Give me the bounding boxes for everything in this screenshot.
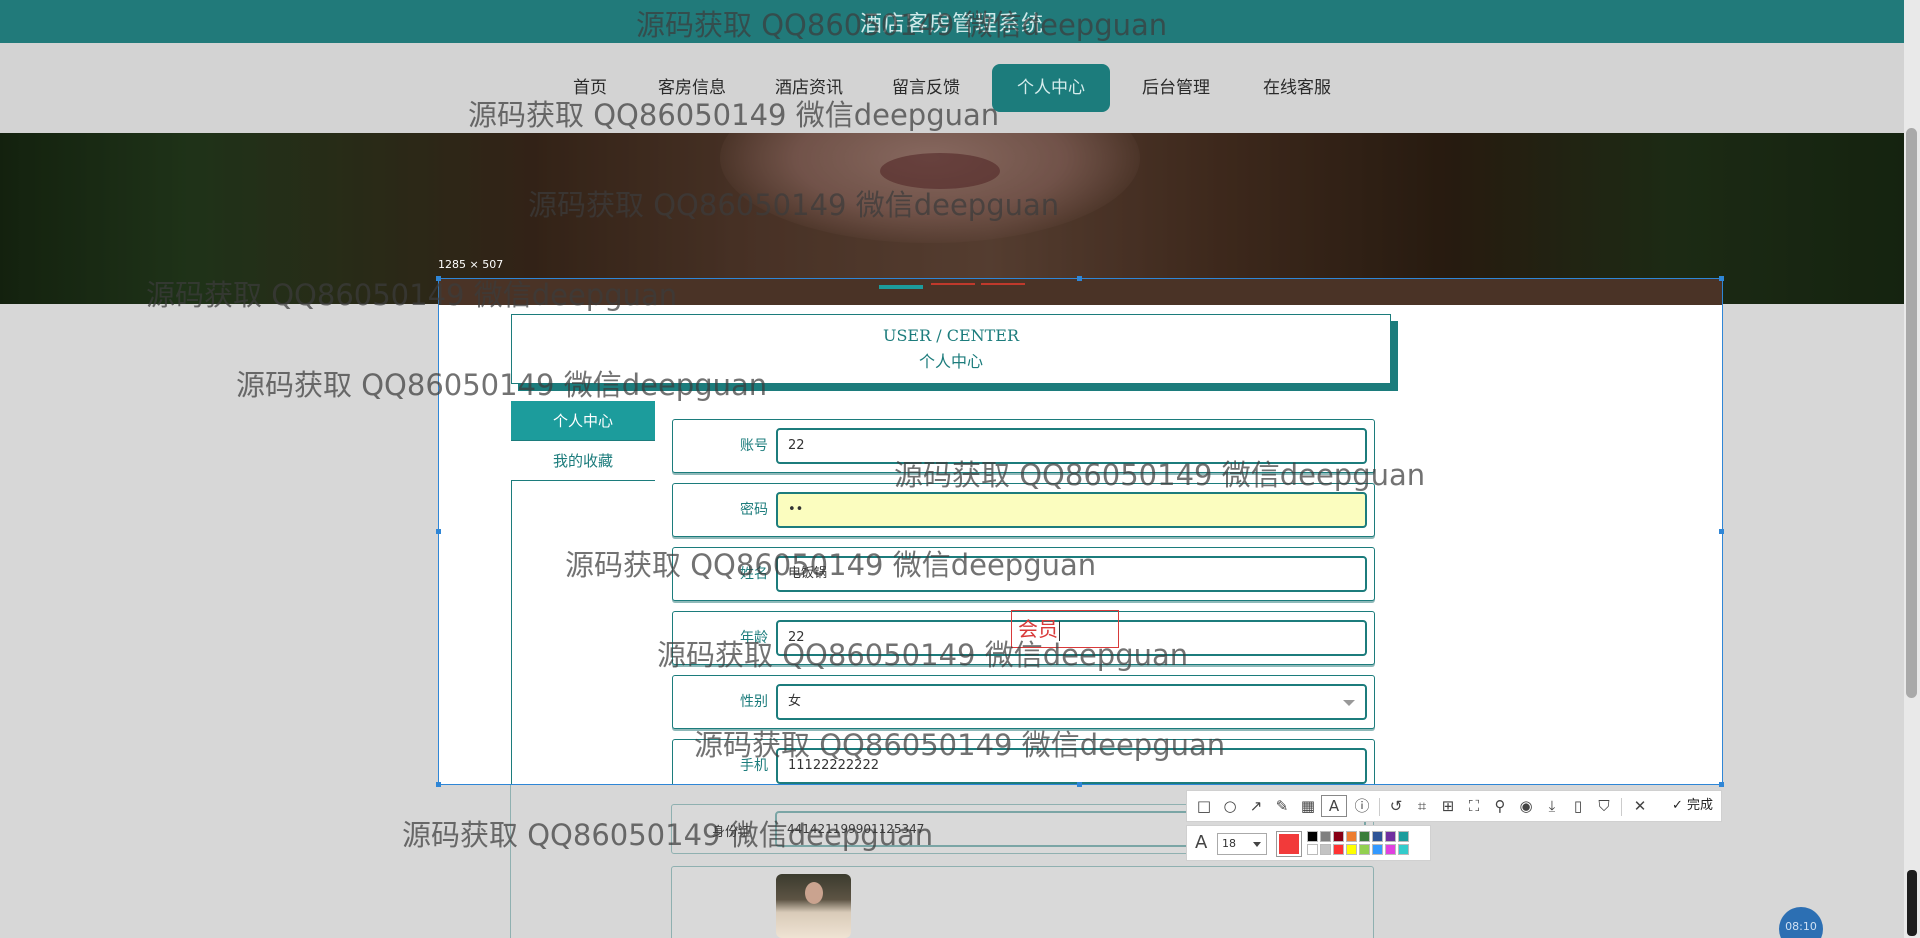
side-item-favorites[interactable]: 我的收藏 — [511, 441, 655, 481]
screenshot-toolbar: □ ○ ↗ ✎ ▦ A ⓘ ↺ ⌗ ⊞ ⛶ ⚲ ◉ ⤓ ▯ ⛉ ✕ ✓ 完成 — [1186, 790, 1722, 822]
text-icon[interactable]: A — [1321, 795, 1347, 817]
color-swatch[interactable] — [1346, 831, 1357, 842]
color-swatch[interactable] — [1372, 844, 1383, 855]
name-label: 姓名 — [740, 566, 768, 582]
user-center-title-cn: 个人中心 — [918, 352, 983, 371]
color-swatch[interactable] — [1333, 844, 1344, 855]
text-caret — [1059, 620, 1060, 641]
resize-handle-s[interactable] — [1077, 782, 1082, 787]
screenshot-capture-region[interactable]: USER / CENTER 个人中心 个人中心 我的收藏 账号 22 密码 ••… — [438, 278, 1723, 785]
color-swatch[interactable] — [1385, 844, 1396, 855]
ocr-icon[interactable]: ⊞ — [1435, 791, 1461, 821]
side-item-user-center[interactable]: 个人中心 — [511, 401, 655, 441]
ellipse-icon[interactable]: ○ — [1217, 791, 1243, 821]
site-header-bar: 酒店客房管理系统 — [0, 0, 1904, 43]
resize-handle-w[interactable] — [436, 529, 441, 534]
phone-row: 手机 11122222222 — [672, 739, 1375, 784]
color-swatch[interactable] — [1359, 831, 1370, 842]
color-swatch[interactable] — [1398, 831, 1409, 842]
save-icon[interactable]: ▯ — [1565, 791, 1591, 821]
phone-label: 手机 — [740, 758, 768, 774]
gender-row: 性别 女 — [672, 675, 1375, 729]
color-swatch[interactable] — [1372, 831, 1383, 842]
password-input[interactable]: •• — [776, 492, 1367, 528]
banner-strip — [439, 279, 1722, 305]
color-swatch[interactable] — [1307, 844, 1318, 855]
done-button[interactable]: ✓ 完成 — [1672, 791, 1713, 821]
password-label: 密码 — [740, 502, 768, 518]
color-swatch[interactable] — [1398, 844, 1409, 855]
font-size-value: 18 — [1222, 837, 1236, 850]
done-label: 完成 — [1686, 798, 1713, 813]
crop-icon[interactable]: ⌗ — [1409, 791, 1435, 821]
mosaic-icon[interactable]: ▦ — [1295, 791, 1321, 821]
chevron-down-icon — [1343, 700, 1355, 706]
account-row: 账号 22 — [672, 419, 1375, 473]
color-swatch[interactable] — [1333, 831, 1344, 842]
age-label: 年龄 — [740, 630, 768, 646]
capture-size-label: 1285 × 507 — [438, 258, 504, 271]
resize-handle-sw[interactable] — [436, 782, 441, 787]
rectangle-icon[interactable]: □ — [1191, 791, 1217, 821]
download-icon[interactable]: ⤓ — [1539, 791, 1565, 821]
toolbar-divider — [1379, 798, 1380, 816]
phone-input[interactable]: 11122222222 — [776, 748, 1367, 784]
gender-label: 性别 — [740, 694, 768, 710]
font-size-icon: A — [1195, 832, 1208, 853]
record-icon[interactable]: ◉ — [1513, 791, 1539, 821]
text-properties-panel: A 18 — [1186, 825, 1431, 861]
nav-feedback[interactable]: 留言反馈 — [888, 64, 964, 112]
gender-select[interactable]: 女 — [776, 684, 1367, 720]
color-swatch[interactable] — [1359, 844, 1370, 855]
user-center-title-en: USER / CENTER — [882, 326, 1020, 345]
color-swatch[interactable] — [1385, 831, 1396, 842]
scrollbar-overlay-indicator — [1907, 870, 1917, 936]
undo-icon[interactable]: ↺ — [1383, 791, 1409, 821]
user-center-header-card: USER / CENTER 个人中心 — [511, 314, 1391, 384]
scrollbar-thumb[interactable] — [1906, 128, 1917, 698]
color-swatch[interactable] — [1320, 844, 1331, 855]
annotation-text-box[interactable]: 会员 — [1011, 610, 1119, 648]
password-row: 密码 •• — [672, 483, 1375, 537]
pen-icon[interactable]: ✎ — [1269, 791, 1295, 821]
color-swatch[interactable] — [1346, 844, 1357, 855]
nav-home[interactable]: 首页 — [568, 64, 612, 112]
user-side-menu: 个人中心 我的收藏 — [511, 401, 655, 481]
name-input[interactable]: 电饭锅 — [776, 556, 1367, 592]
side-menu-border — [511, 481, 512, 784]
resize-handle-ne[interactable] — [1719, 276, 1724, 281]
resize-handle-nw[interactable] — [436, 276, 441, 281]
nav-hotel-news[interactable]: 酒店资讯 — [771, 64, 847, 112]
bookmark-icon[interactable]: ⛉ — [1591, 791, 1617, 821]
chevron-down-icon — [1253, 842, 1261, 847]
name-row: 姓名 电饭锅 — [672, 547, 1375, 601]
annotation-text: 会员 — [1018, 617, 1058, 641]
close-icon[interactable]: ✕ — [1627, 791, 1653, 821]
fullscreen-icon[interactable]: ⛶ — [1461, 791, 1487, 821]
site-title: 酒店客房管理系统 — [859, 12, 1044, 37]
gender-value: 女 — [788, 694, 802, 709]
arrow-icon[interactable]: ↗ — [1243, 791, 1269, 821]
color-swatch[interactable] — [1307, 831, 1318, 842]
id-card-label: 身份证 — [712, 825, 752, 840]
nav-online-service[interactable]: 在线客服 — [1259, 64, 1335, 112]
resize-handle-n[interactable] — [1077, 276, 1082, 281]
nav-admin[interactable]: 后台管理 — [1138, 64, 1214, 112]
side-menu-border — [510, 785, 511, 938]
avatar-image[interactable] — [776, 874, 851, 938]
pin-icon[interactable]: ⚲ — [1487, 791, 1513, 821]
number-icon[interactable]: ⓘ — [1349, 791, 1375, 821]
toolbar-divider — [1621, 798, 1622, 816]
current-color-swatch[interactable] — [1276, 831, 1302, 857]
resize-handle-se[interactable] — [1719, 782, 1724, 787]
account-input[interactable]: 22 — [776, 428, 1367, 464]
color-swatch[interactable] — [1320, 831, 1331, 842]
account-label: 账号 — [740, 438, 768, 454]
resize-handle-e[interactable] — [1719, 529, 1724, 534]
nav-user-center[interactable]: 个人中心 — [992, 64, 1110, 112]
font-size-select[interactable]: 18 — [1217, 833, 1267, 855]
nav-room-info[interactable]: 客房信息 — [654, 64, 730, 112]
